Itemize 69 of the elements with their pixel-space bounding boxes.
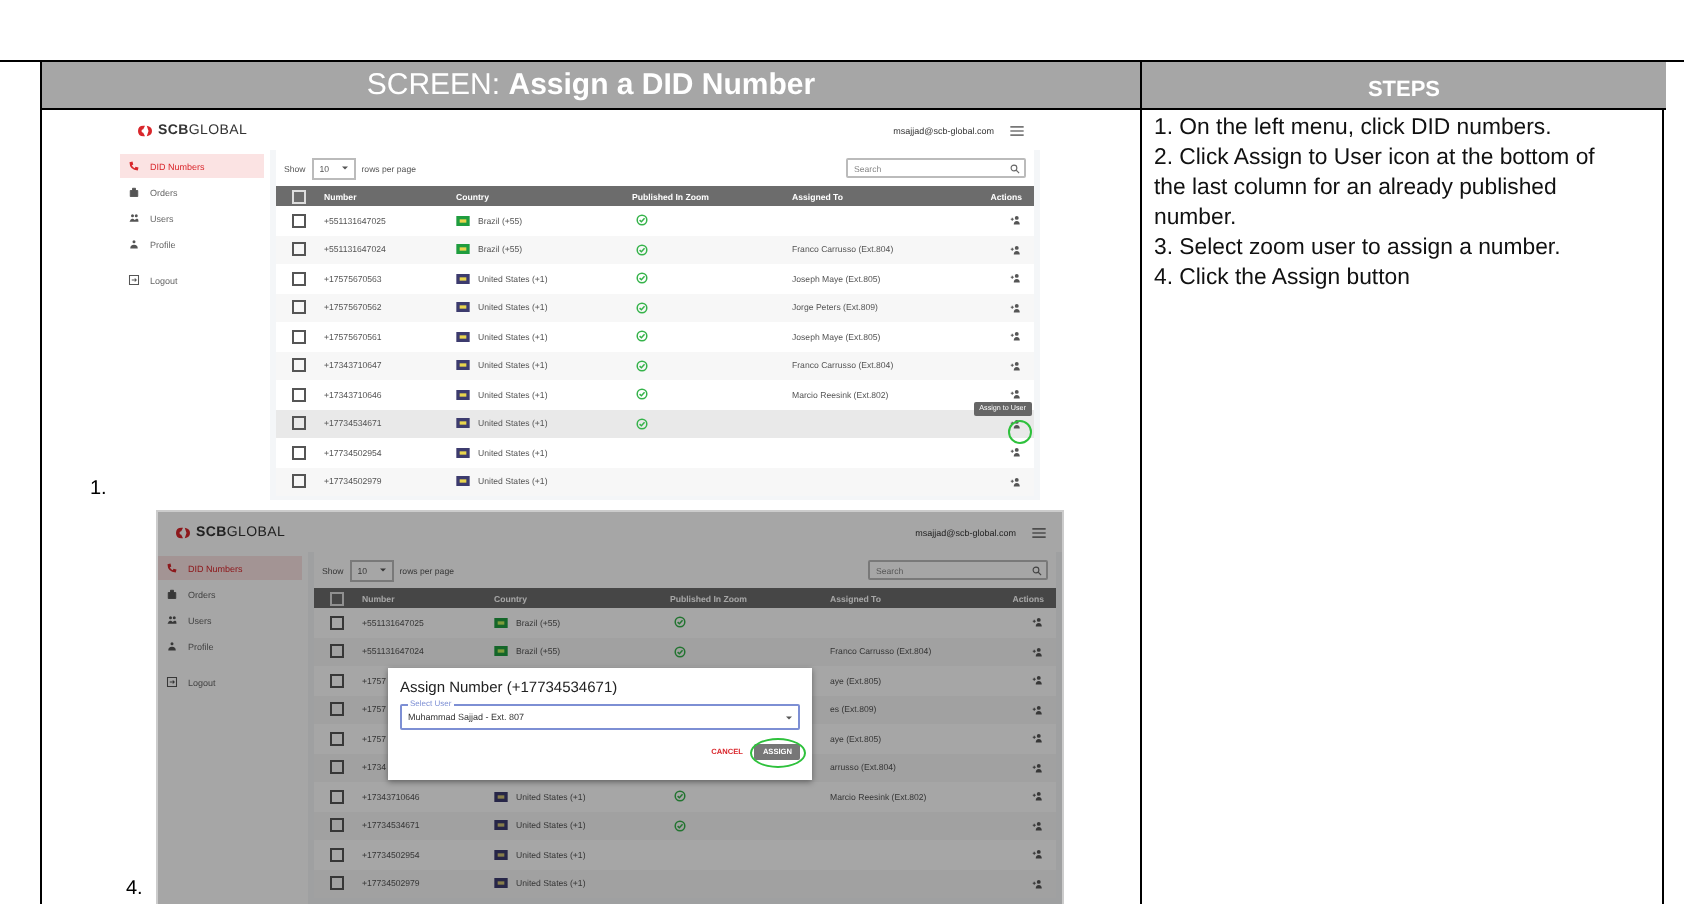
caret-icon — [379, 568, 386, 572]
menu-icon[interactable] — [1010, 125, 1024, 135]
row-checkbox[interactable] — [292, 358, 306, 373]
add-user-icon[interactable] — [1010, 330, 1022, 343]
step-text: 4. Click the Assign button — [1154, 264, 1412, 294]
add-user-icon[interactable] — [1032, 616, 1044, 629]
caret-icon — [786, 715, 792, 719]
step-text: 2. Click Assign to User icon at the bottom of the last column for an already published number. — [1154, 144, 1597, 234]
add-user-icon[interactable] — [1010, 359, 1022, 372]
row-checkbox[interactable] — [292, 416, 306, 431]
exit-icon — [166, 676, 178, 688]
add-user-icon[interactable] — [1032, 848, 1044, 861]
add-user-icon[interactable] — [1032, 761, 1044, 774]
row-checkbox[interactable] — [292, 300, 306, 315]
add-user-icon[interactable] — [1010, 214, 1022, 227]
row-checkbox[interactable] — [292, 271, 306, 286]
row-checkbox[interactable] — [292, 213, 306, 228]
logo-icon — [136, 123, 154, 137]
row-checkbox[interactable] — [330, 644, 344, 659]
add-user-icon[interactable] — [1032, 732, 1044, 745]
add-user-icon[interactable] — [1010, 301, 1022, 314]
select-all-checkbox[interactable] — [292, 189, 306, 203]
add-user-icon[interactable] — [1010, 475, 1022, 488]
add-user-icon[interactable] — [1032, 645, 1044, 658]
row-checkbox[interactable] — [292, 242, 306, 257]
person-icon — [128, 238, 140, 250]
row-checkbox[interactable] — [330, 615, 344, 630]
caret-icon — [341, 166, 348, 170]
bag-icon — [128, 186, 140, 198]
add-user-icon[interactable] — [1032, 790, 1044, 803]
step-text: 3. Select zoom user to assign a number. — [1154, 234, 1563, 264]
row-checkbox[interactable] — [330, 847, 344, 862]
people-icon — [128, 212, 140, 224]
phone-icon — [128, 160, 140, 172]
row-checkbox[interactable] — [330, 818, 344, 833]
row-checkbox[interactable] — [330, 731, 344, 746]
row-checkbox[interactable] — [292, 474, 306, 489]
row-checkbox[interactable] — [292, 445, 306, 460]
steps-title: STEPS — [1367, 75, 1441, 101]
phone-icon — [166, 562, 178, 574]
row-checkbox[interactable] — [330, 673, 344, 688]
exit-icon — [128, 274, 140, 286]
row-checkbox[interactable] — [330, 702, 344, 717]
menu-icon[interactable] — [1032, 527, 1046, 537]
add-user-icon[interactable] — [1010, 388, 1022, 401]
search-icon — [1010, 163, 1020, 173]
row-checkbox[interactable] — [330, 760, 344, 775]
add-user-icon[interactable] — [1032, 674, 1044, 687]
row-checkbox[interactable] — [330, 876, 344, 891]
add-user-icon[interactable] — [1010, 417, 1022, 430]
add-user-icon[interactable] — [1010, 243, 1022, 256]
row-checkbox[interactable] — [292, 387, 306, 402]
person-icon — [166, 640, 178, 652]
add-user-icon[interactable] — [1010, 272, 1022, 285]
add-user-icon[interactable] — [1010, 446, 1022, 459]
logo-icon — [174, 525, 192, 539]
add-user-icon[interactable] — [1032, 819, 1044, 832]
people-icon — [166, 614, 178, 626]
step-text: 1. On the left menu, click DID numbers. — [1154, 114, 1554, 144]
step-number: 4. — [126, 878, 145, 900]
select-all-checkbox[interactable] — [330, 591, 344, 605]
step-number: 1. — [90, 478, 109, 500]
search-icon — [1032, 565, 1042, 575]
screen-title: SCREEN: Assign a DID Number — [366, 67, 816, 101]
row-checkbox[interactable] — [292, 329, 306, 344]
add-user-icon[interactable] — [1032, 877, 1044, 890]
bag-icon — [166, 588, 178, 600]
add-user-icon[interactable] — [1032, 703, 1044, 716]
row-checkbox[interactable] — [330, 789, 344, 804]
